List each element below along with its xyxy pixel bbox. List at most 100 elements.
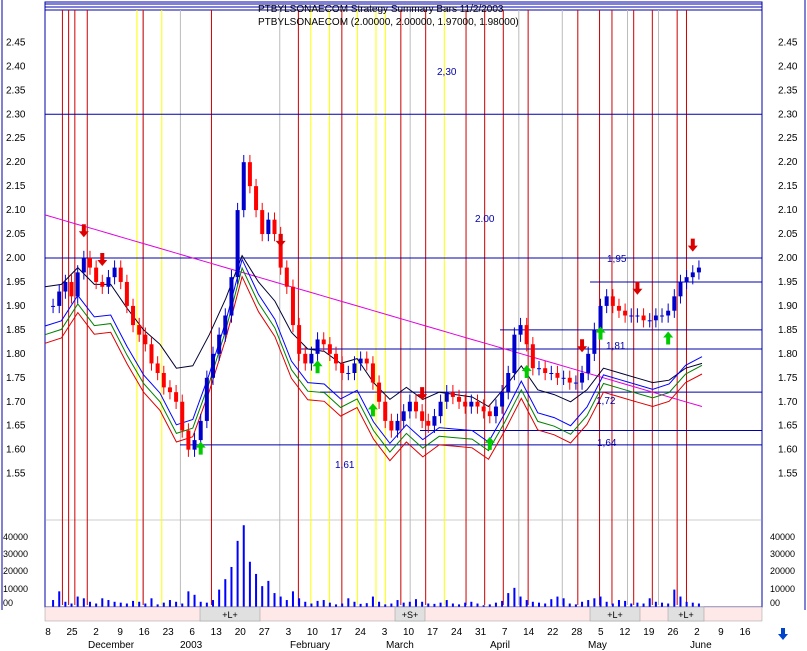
x-tick-label: 13 [211,627,223,638]
volume-bar [248,561,251,607]
price-bar-body [641,315,646,321]
volume-bar [691,602,694,607]
price-bar-body [180,401,185,431]
x-tick-label: 27 [259,627,271,638]
header-line-1: PTBYLSONAECOM Strategy Summary Bars 11/2… [258,4,504,15]
volume-bar [630,603,633,607]
volume-bar [581,601,584,607]
price-bar-body [167,387,172,393]
price-tick-left: 2.00 [6,253,26,264]
volume-bar [162,602,165,607]
price-bar-body [266,219,271,235]
volume-bar [255,573,258,607]
volume-bar [156,604,159,607]
x-tick-label: 25 [66,627,78,638]
price-bar-body [161,373,166,388]
price-bar-body [94,267,99,282]
volume-bar [132,600,135,607]
price-bar-body [284,267,289,287]
volume-bar [347,598,350,607]
price-tick-right: 2.05 [778,229,798,240]
x-tick-label: 28 [571,627,583,638]
band-label: +L+ [222,610,238,620]
price-bar-body [512,334,517,373]
price-bar-body [395,420,400,431]
price-bar-body [118,267,123,282]
price-bar-body [340,363,345,373]
price-bar-body [598,305,603,330]
x-tick-label: 5 [598,627,604,638]
price-bar-body [586,353,591,373]
price-tick-left: 2.35 [6,85,26,96]
volume-tick-right: 40000 [770,532,795,542]
price-tick-left: 2.25 [6,133,26,144]
price-bar-body [678,281,683,297]
x-month-label: 2003 [180,640,203,651]
price-bar-body [75,272,80,297]
volume-bar [113,601,116,607]
volume-bar [230,566,233,607]
price-bar-body [100,281,105,287]
price-tick-left: 2.15 [6,181,26,192]
volume-bar [70,603,73,607]
price-bar-body [438,401,443,417]
level-label: 1,95 [607,254,627,265]
price-tick-left: 2.20 [6,157,26,168]
price-bar-body [518,325,523,335]
price-bar-body [131,305,136,326]
x-month-label: May [588,640,607,651]
price-bar-body [229,277,234,316]
price-bar-body [51,305,56,307]
level-label: 1,81 [606,341,626,352]
price-bar-body [401,411,406,421]
price-bar-body [592,329,597,354]
volume-bar [193,594,196,607]
volume-bar [494,602,497,607]
volume-bar [322,600,325,607]
price-bar-body [413,401,418,412]
volume-bar [187,591,190,607]
price-bar-body [487,411,492,417]
price-tick-left: 1.80 [6,349,26,360]
volume-tick-right: 20000 [770,566,795,576]
volume-bar [458,604,461,607]
price-tick-left: 1.85 [6,325,26,336]
volume-bar [298,598,301,607]
price-bar-body [247,162,252,187]
level-label: 2,30 [437,67,457,78]
price-bar-body [155,363,160,373]
band-label: +L+ [607,610,623,620]
volume-bar [679,596,682,607]
level-label: 1,61 [335,460,355,471]
volume-bar [95,603,98,607]
volume-bar [125,603,128,607]
volume-bar [150,598,153,607]
price-bar-body [616,305,621,311]
volume-bar [76,596,79,607]
volume-bar [525,600,528,607]
volume-bar [556,596,559,607]
volume-bar [642,603,645,607]
price-tick-left: 1.65 [6,421,26,432]
price-bar-body [309,353,314,364]
volume-bar [236,540,239,607]
volume-bar [507,593,510,607]
volume-bar [218,589,221,607]
volume-bar [101,598,104,607]
x-tick-label: 3 [382,627,388,638]
volume-bar [402,602,405,607]
volume-bar [212,600,214,607]
price-tick-right: 2.25 [778,133,798,144]
x-tick-label: 17 [331,627,343,638]
volume-bar [175,601,178,607]
volume-bar [414,599,417,607]
volume-bar [433,603,436,607]
price-bar-body [106,277,111,287]
price-bar-body [217,334,222,354]
price-tick-left: 2.40 [6,61,26,72]
price-bar-body [690,272,695,278]
volume-tick-left: 10000 [3,584,28,594]
price-tick-right: 1.90 [778,301,798,312]
volume-bar [168,600,171,607]
price-bar-body [530,344,535,369]
